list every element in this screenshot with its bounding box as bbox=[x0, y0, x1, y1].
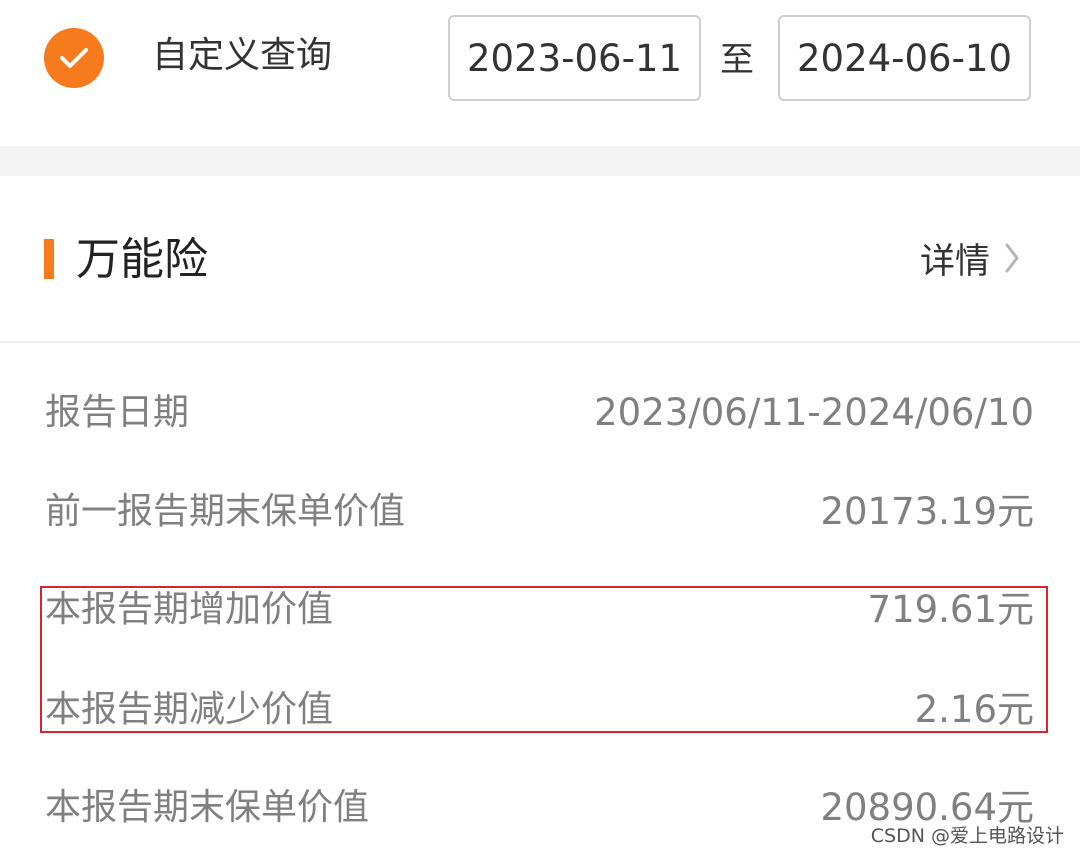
row-label: 报告日期 bbox=[45, 392, 190, 433]
previous-period-value-row: 前一报告期末保单价值 20173.19元 bbox=[0, 484, 1080, 540]
section-accent-bar bbox=[44, 239, 54, 279]
section-gap bbox=[0, 146, 1080, 176]
details-link[interactable]: 详情 bbox=[920, 232, 1020, 284]
highlight-annotation-box bbox=[40, 586, 1048, 733]
end-date-field[interactable]: 2024-06-10 bbox=[778, 15, 1031, 101]
custom-query-label: 自定义查询 bbox=[152, 35, 333, 76]
check-icon bbox=[60, 48, 88, 68]
date-range-separator: 至 bbox=[720, 40, 754, 80]
section-divider bbox=[0, 341, 1080, 343]
custom-query-bar: 自定义查询 2023-06-11 至 2024-06-10 bbox=[0, 0, 1080, 146]
section-title: 万能险 bbox=[76, 234, 208, 285]
details-label: 详情 bbox=[920, 241, 991, 282]
report-date-row: 报告日期 2023/06/11-2024/06/10 bbox=[0, 385, 1080, 441]
row-label: 本报告期末保单价值 bbox=[45, 787, 370, 828]
custom-query-checkbox[interactable] bbox=[44, 28, 104, 88]
row-label: 前一报告期末保单价值 bbox=[45, 491, 406, 532]
row-value: 20173.19元 bbox=[820, 490, 1034, 533]
chevron-right-icon bbox=[1004, 241, 1020, 275]
start-date-field[interactable]: 2023-06-11 bbox=[448, 15, 701, 101]
watermark: CSDN @爱上电路设计 bbox=[870, 825, 1064, 847]
row-value: 2023/06/11-2024/06/10 bbox=[594, 391, 1034, 434]
